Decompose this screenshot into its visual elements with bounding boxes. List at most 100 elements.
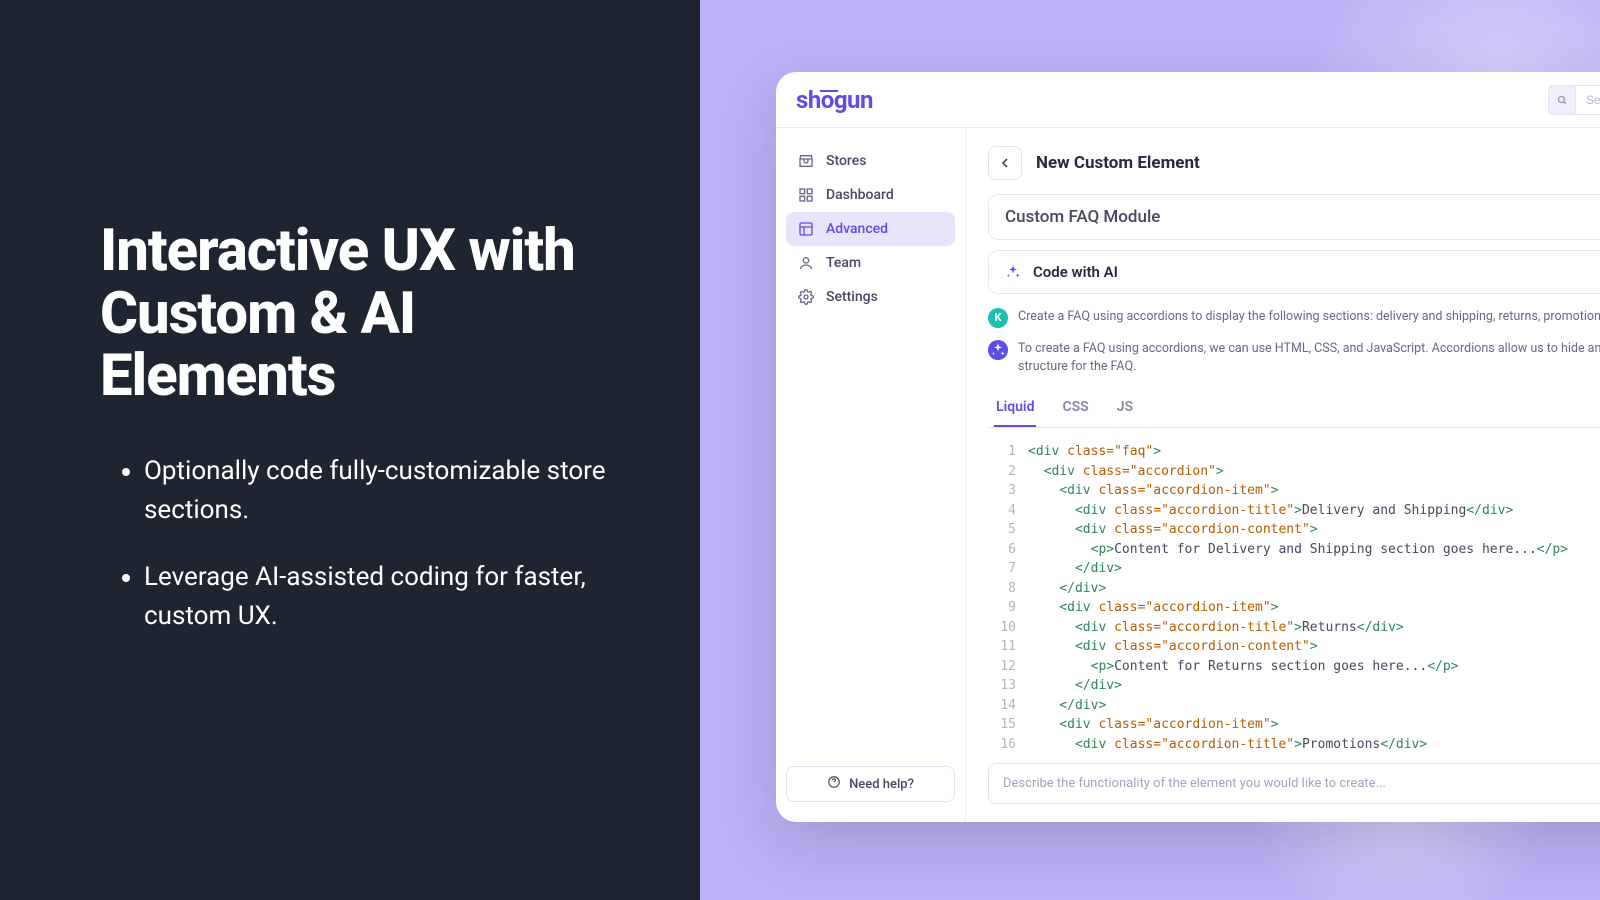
marketing-left-panel: Interactive UX with Custom & AI Elements…: [0, 0, 700, 900]
sidebar: Stores Dashboard Advanced Team Settings Need…: [776, 128, 966, 822]
sidebar-item-dashboard[interactable]: Dashboard: [786, 178, 955, 212]
user-message: K Create a FAQ using accordions to displ…: [988, 302, 1600, 334]
line-number: 4: [998, 501, 1028, 521]
back-button[interactable]: [988, 146, 1022, 180]
code-line[interactable]: 11 <div class="accordion-content">: [998, 637, 1600, 657]
code-content: </div>: [1028, 559, 1122, 579]
user-message-text: Create a FAQ using accordions to display…: [1018, 308, 1600, 328]
code-line[interactable]: 6 <p>Content for Delivery and Shipping s…: [998, 540, 1600, 560]
line-number: 10: [998, 618, 1028, 638]
code-with-ai-label: Code with AI: [1033, 263, 1118, 281]
code-line[interactable]: 16 <div class="accordion-title">Promotio…: [998, 735, 1600, 750]
code-content: <p>Content for Delivery and Shipping sec…: [1028, 540, 1568, 560]
code-content: <div class="accordion-content">: [1028, 520, 1318, 540]
code-line[interactable]: 2 <div class="accordion">: [998, 462, 1600, 482]
code-line[interactable]: 3 <div class="accordion-item">: [998, 481, 1600, 501]
ai-message-text: To create a FAQ using accordions, we can…: [1018, 340, 1600, 375]
line-number: 2: [998, 462, 1028, 482]
code-content: <div class="accordion-title">Returns</di…: [1028, 618, 1404, 638]
hero-bullet: Leverage AI-assisted coding for faster, …: [144, 558, 610, 636]
sidebar-item-settings[interactable]: Settings: [786, 280, 955, 314]
sidebar-item-label: Settings: [826, 289, 878, 305]
search-input[interactable]: [1576, 85, 1600, 115]
app-header: shogun: [776, 72, 1600, 128]
sidebar-item-label: Advanced: [826, 221, 888, 237]
search-wrap: [1548, 85, 1600, 115]
hero-bullet: Optionally code fully-customizable store…: [144, 452, 610, 530]
line-number: 5: [998, 520, 1028, 540]
line-number: 14: [998, 696, 1028, 716]
line-number: 16: [998, 735, 1028, 750]
line-number: 9: [998, 598, 1028, 618]
need-help-button[interactable]: Need help?: [786, 766, 955, 802]
tab-js[interactable]: JS: [1115, 389, 1135, 427]
code-content: </div>: [1028, 579, 1106, 599]
help-icon: [827, 775, 841, 793]
sidebar-item-label: Stores: [826, 153, 866, 169]
code-content: <div class="accordion-item">: [1028, 481, 1278, 501]
code-line[interactable]: 7 </div>: [998, 559, 1600, 579]
code-content: <p>Content for Returns section goes here…: [1028, 657, 1459, 677]
sidebar-item-stores[interactable]: Stores: [786, 144, 955, 178]
code-content: <div class="accordion-title">Promotions<…: [1028, 735, 1427, 750]
code-line[interactable]: 15 <div class="accordion-item">: [998, 715, 1600, 735]
marketing-right-panel: shogun Stores Dashboard Advanced Team Settin…: [700, 0, 1600, 900]
code-content: <div class="accordion">: [1028, 462, 1224, 482]
code-content: <div class="accordion-title">Delivery an…: [1028, 501, 1513, 521]
tab-css[interactable]: CSS: [1060, 389, 1090, 427]
describe-input[interactable]: Describe the functionality of the elemen…: [988, 763, 1600, 804]
app-window: shogun Stores Dashboard Advanced Team Settin…: [776, 72, 1600, 822]
ai-chat: K Create a FAQ using accordions to displ…: [988, 302, 1600, 381]
line-number: 7: [998, 559, 1028, 579]
user-icon: [798, 255, 814, 271]
element-name-input[interactable]: Custom FAQ Module: [1005, 207, 1600, 227]
app-body: Stores Dashboard Advanced Team Settings Need…: [776, 128, 1600, 822]
code-line[interactable]: 12 <p>Content for Returns section goes h…: [998, 657, 1600, 677]
hero-heading: Interactive UX with Custom & AI Elements: [100, 220, 610, 408]
code-content: <div class="faq">: [1028, 442, 1161, 462]
tab-liquid[interactable]: Liquid: [994, 389, 1036, 427]
line-number: 12: [998, 657, 1028, 677]
store-icon: [798, 153, 814, 169]
line-number: 6: [998, 540, 1028, 560]
gear-icon: [798, 289, 814, 305]
code-content: </div>: [1028, 696, 1106, 716]
line-number: 11: [998, 637, 1028, 657]
code-content: <div class="accordion-content">: [1028, 637, 1318, 657]
page-title: New Custom Element: [1036, 153, 1200, 173]
line-number: 15: [998, 715, 1028, 735]
brand-logo[interactable]: shogun: [796, 86, 873, 114]
code-tabs: Liquid CSS JS: [988, 389, 1600, 428]
search-icon[interactable]: [1548, 85, 1576, 115]
code-content: </div>: [1028, 676, 1122, 696]
layout-icon: [798, 221, 814, 237]
sidebar-item-team[interactable]: Team: [786, 246, 955, 280]
sidebar-item-label: Dashboard: [826, 187, 894, 203]
line-number: 13: [998, 676, 1028, 696]
sparkle-icon: [1005, 264, 1021, 280]
code-line[interactable]: 9 <div class="accordion-item">: [998, 598, 1600, 618]
ai-message: To create a FAQ using accordions, we can…: [988, 334, 1600, 381]
code-line[interactable]: 13 </div>: [998, 676, 1600, 696]
element-name-row: Custom FAQ Module: [988, 194, 1600, 240]
sidebar-item-advanced[interactable]: Advanced: [786, 212, 955, 246]
grid-icon: [798, 187, 814, 203]
hero-bullets: Optionally code fully-customizable store…: [100, 452, 610, 664]
code-line[interactable]: 1<div class="faq">: [998, 442, 1600, 462]
user-avatar: K: [988, 308, 1008, 328]
code-with-ai-row[interactable]: Code with AI: [988, 250, 1600, 294]
code-line[interactable]: 5 <div class="accordion-content">: [998, 520, 1600, 540]
code-editor[interactable]: 1<div class="faq">2 <div class="accordio…: [988, 428, 1600, 749]
page-header: New Custom Element: [966, 128, 1600, 194]
need-help-label: Need help?: [849, 777, 914, 792]
code-line[interactable]: 8 </div>: [998, 579, 1600, 599]
line-number: 1: [998, 442, 1028, 462]
ai-avatar: [988, 340, 1008, 360]
code-line[interactable]: 14 </div>: [998, 696, 1600, 716]
sidebar-item-label: Team: [826, 255, 861, 271]
code-content: <div class="accordion-item">: [1028, 715, 1278, 735]
line-number: 8: [998, 579, 1028, 599]
main-content: New Custom Element Custom FAQ Module Cod…: [966, 128, 1600, 822]
code-line[interactable]: 10 <div class="accordion-title">Returns<…: [998, 618, 1600, 638]
code-line[interactable]: 4 <div class="accordion-title">Delivery …: [998, 501, 1600, 521]
